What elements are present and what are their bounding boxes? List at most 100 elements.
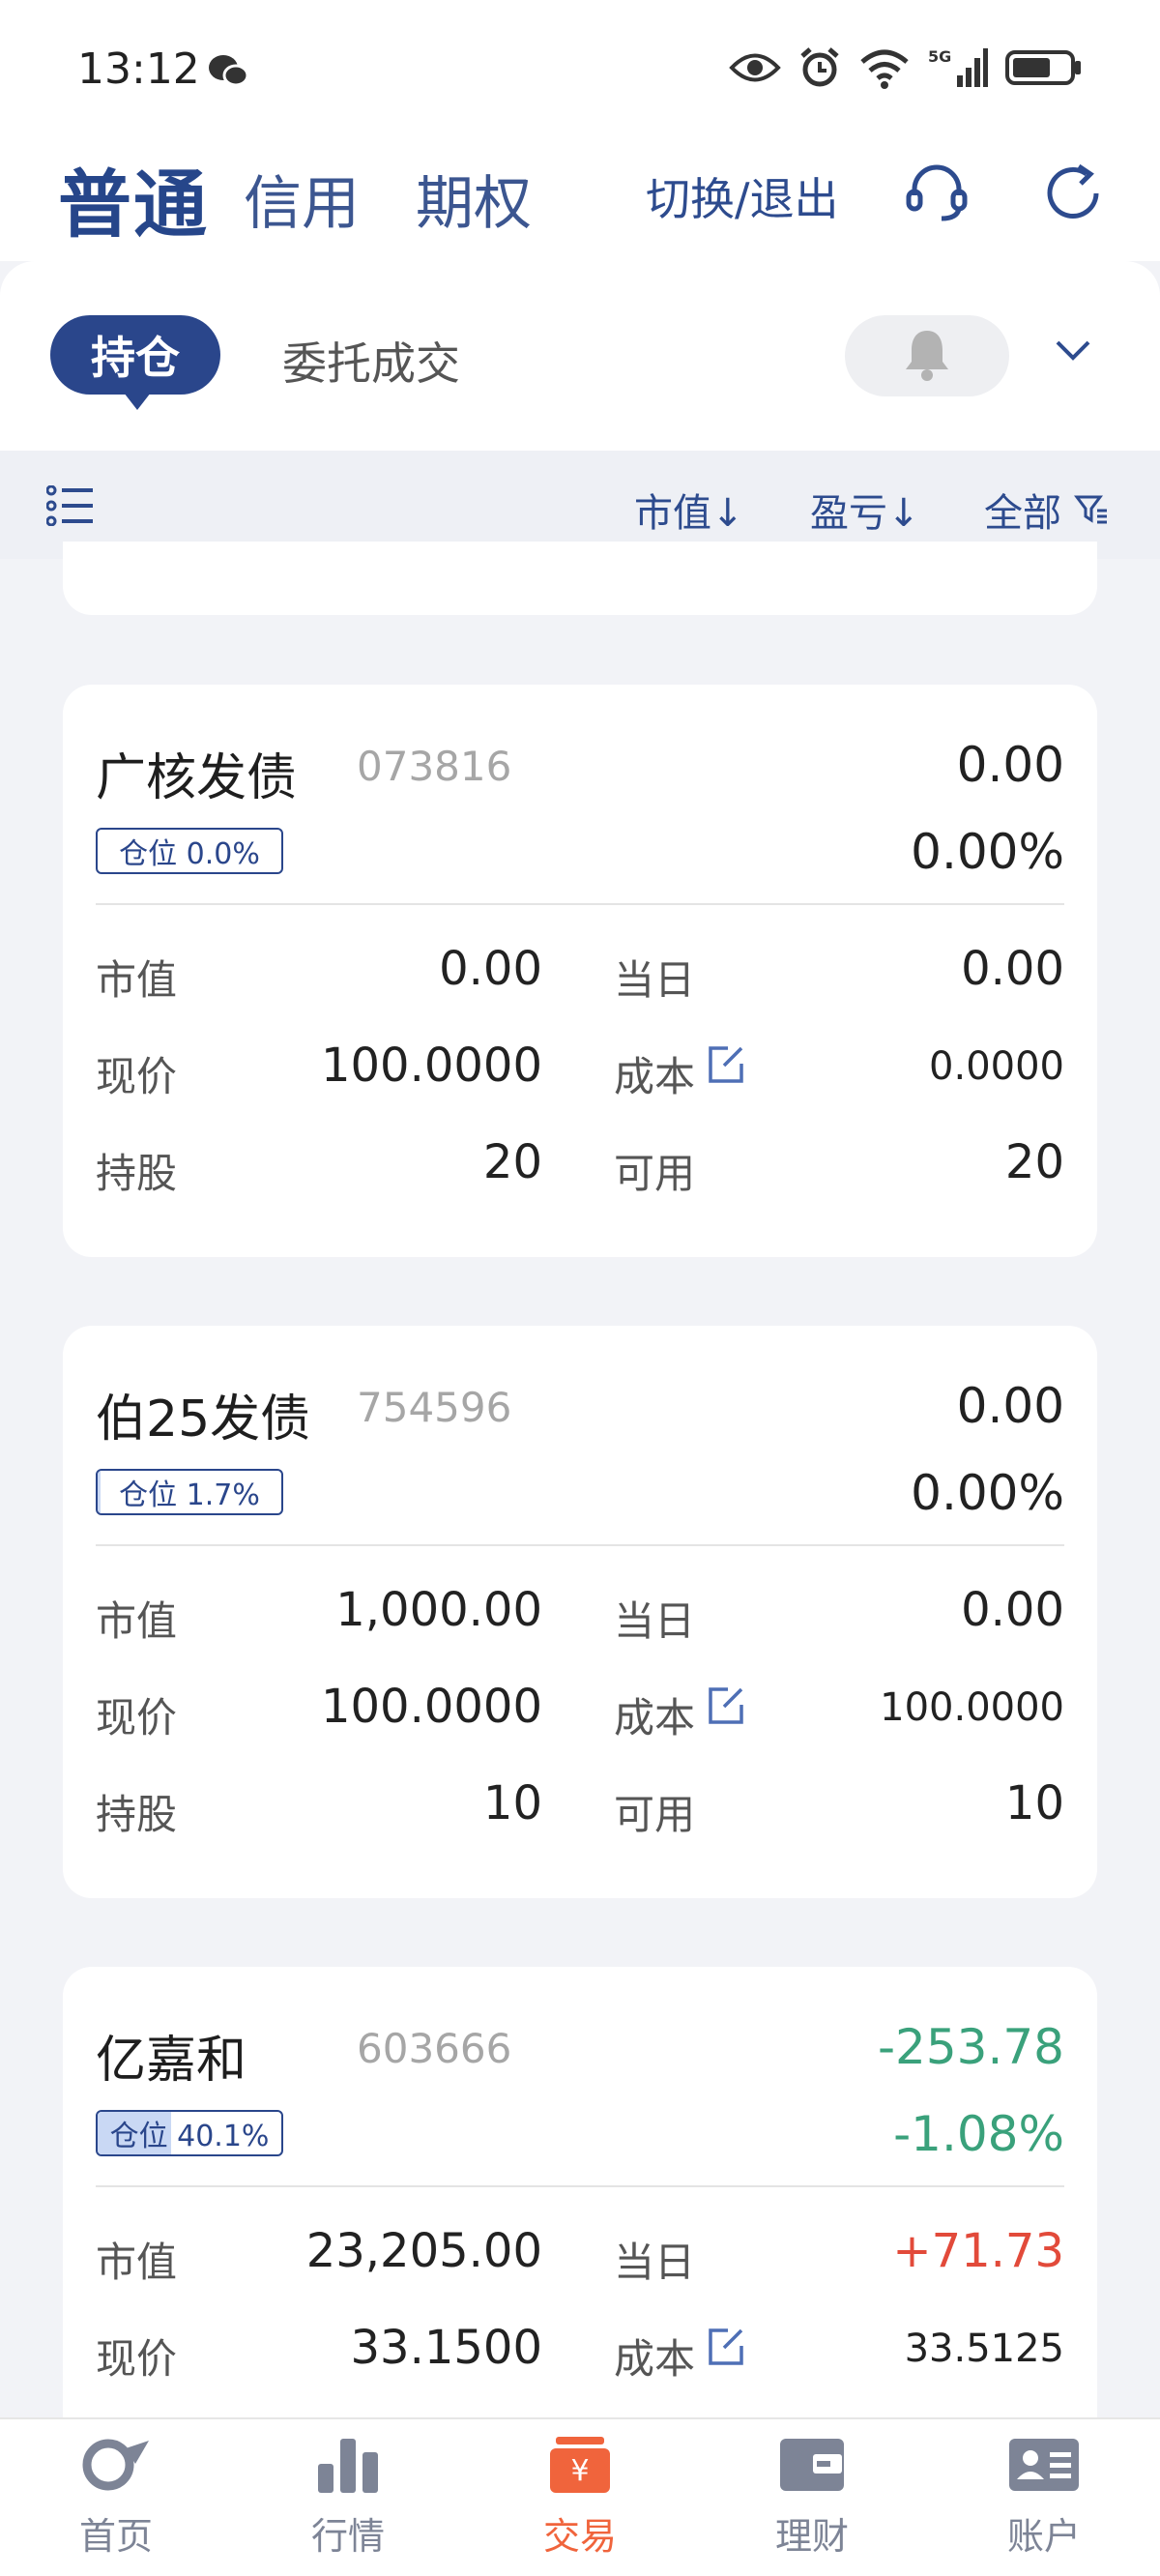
today-pnl: 0.00 (961, 1583, 1064, 1637)
divider (96, 2185, 1064, 2187)
tab-options[interactable]: 期权 (416, 157, 532, 241)
eye-icon (729, 51, 781, 88)
available-label: 可用 (614, 1791, 696, 1838)
edit-cost-icon[interactable] (705, 1044, 745, 1089)
wifi-icon (858, 46, 911, 93)
chevron-down-icon[interactable] (1054, 338, 1092, 367)
market-bar-icon (314, 2439, 382, 2499)
nav-finance-label: 理财 (774, 2515, 849, 2558)
filter-icon (1073, 491, 1109, 536)
cost-label: 成本 (614, 1053, 696, 1100)
customer-service-icon[interactable] (903, 159, 971, 230)
position-pnl: 0.00 (956, 1378, 1064, 1434)
refresh-icon[interactable] (1042, 159, 1106, 230)
nav-finance[interactable]: 理财 (744, 2435, 880, 2560)
position-pnl: -253.78 (878, 2019, 1064, 2075)
position-card[interactable]: 亿嘉和 603666 -253.78 仓位 40.1% -1.08% 市值 23… (63, 1967, 1097, 2450)
price-label: 现价 (96, 1694, 178, 1742)
holding-label: 持股 (96, 1791, 178, 1838)
today-pnl: +71.73 (892, 2224, 1064, 2278)
security-name: 广核发债 (96, 749, 298, 807)
market-value-label: 市值 (96, 1597, 178, 1645)
tab-normal[interactable]: 普通 (58, 145, 209, 251)
tab-orders-trades[interactable]: 委托成交 (282, 329, 460, 393)
current-price: 100.0000 (320, 1680, 542, 1734)
position-pnl: 0.00 (956, 737, 1064, 793)
today-pnl: 0.00 (961, 942, 1064, 996)
status-icons: 5G (729, 46, 1083, 93)
position-card-partial (63, 542, 1097, 615)
row-market-value: 市值 1,000.00 当日 0.00 (96, 1583, 1064, 1645)
security-name: 伯25发债 (96, 1390, 311, 1449)
nav-account[interactable]: 账户 (976, 2435, 1112, 2560)
weight-label: 仓位 0.0% (119, 837, 260, 871)
row-price: 现价 33.1500 成本 33.5125 (96, 2321, 1064, 2383)
holding-qty: 10 (482, 1776, 542, 1830)
weight-label: 仓位 1.7% (119, 1478, 260, 1512)
position-panel-header: 持仓 委托成交 (0, 261, 1160, 451)
tab-credit[interactable]: 信用 (244, 157, 360, 241)
security-code: 073816 (357, 743, 512, 790)
status-time: 13:12 (77, 44, 200, 94)
sort-by-profit[interactable]: 盈亏↓ (810, 482, 920, 538)
cost-label: 成本 (614, 2335, 696, 2383)
wechat-notification-icon (207, 52, 249, 93)
status-bar: 13:12 5G (0, 0, 1160, 135)
nav-home[interactable]: 首页 (48, 2435, 184, 2560)
position-weight-badge: 仓位 40.1% (96, 2110, 283, 2156)
row-holding: 持股 20 可用 20 (96, 1135, 1064, 1197)
current-price: 100.0000 (320, 1039, 542, 1093)
available-qty: 10 (1004, 1776, 1064, 1830)
list-view-icon[interactable] (45, 484, 95, 530)
row-market-value: 市值 0.00 当日 0.00 (96, 942, 1064, 1004)
cost-price: 33.5125 (904, 2327, 1064, 2371)
today-label: 当日 (614, 1597, 696, 1645)
position-weight-badge: 仓位 1.7% (96, 1469, 283, 1515)
security-code: 603666 (357, 2025, 512, 2072)
switch-logout-link[interactable]: 切换/退出 (646, 164, 839, 228)
holding-label: 持股 (96, 1150, 178, 1197)
cost-price: 0.0000 (929, 1044, 1064, 1089)
security-code: 754596 (357, 1384, 512, 1431)
edit-cost-icon[interactable] (705, 2327, 745, 2371)
nav-market[interactable]: 行情 (280, 2435, 416, 2560)
position-weight-badge: 仓位 0.0% (96, 828, 283, 874)
position-pnl-percent: 0.00% (911, 1465, 1064, 1521)
home-icon (79, 2439, 153, 2499)
market-value: 1,000.00 (335, 1583, 542, 1637)
tab-holdings[interactable]: 持仓 (50, 315, 220, 410)
cost-label: 成本 (614, 1694, 696, 1742)
bottom-navigation: 首页 行情 ¥ 交易 理财 账户 (0, 2417, 1160, 2576)
position-pnl-percent: 0.00% (911, 824, 1064, 880)
row-price: 现价 100.0000 成本 100.0000 (96, 1680, 1064, 1742)
notification-toggle-button[interactable] (845, 315, 1009, 396)
nav-account-label: 账户 (1006, 2515, 1081, 2558)
alarm-icon (798, 46, 841, 93)
svg-text:¥: ¥ (570, 2454, 589, 2488)
current-price: 33.1500 (350, 2321, 543, 2375)
security-name: 亿嘉和 (96, 2032, 247, 2090)
market-value-label: 市值 (96, 2239, 178, 2286)
filter-all-label: 全部 (984, 491, 1061, 536)
edit-cost-icon[interactable] (705, 1685, 745, 1730)
weight-label: 仓位 40.1% (109, 2120, 270, 2153)
nav-trade[interactable]: ¥ 交易 (512, 2435, 648, 2560)
nav-trade-label: 交易 (542, 2515, 617, 2558)
position-card[interactable]: 伯25发债 754596 0.00 仓位 1.7% 0.00% 市值 1,000… (63, 1326, 1097, 1898)
cost-price: 100.0000 (880, 1685, 1064, 1730)
svg-text:5G: 5G (928, 47, 951, 66)
available-label: 可用 (614, 1150, 696, 1197)
nav-home-label: 首页 (78, 2515, 153, 2558)
available-qty: 20 (1004, 1135, 1064, 1189)
row-market-value: 市值 23,205.00 当日 +71.73 (96, 2224, 1064, 2286)
row-holding: 持股 10 可用 10 (96, 1776, 1064, 1838)
position-pnl-percent: -1.08% (893, 2106, 1064, 2162)
holding-qty: 20 (482, 1135, 542, 1189)
trade-yuan-icon: ¥ (546, 2437, 614, 2499)
position-card[interactable]: 广核发债 073816 0.00 仓位 0.0% 0.00% 市值 0.00 当… (63, 685, 1097, 1257)
today-label: 当日 (614, 2239, 696, 2286)
sort-by-market-value[interactable]: 市值↓ (634, 482, 744, 538)
account-type-header: 普通 信用 期权 切换/退出 (0, 135, 1160, 261)
price-label: 现价 (96, 2335, 178, 2383)
filter-all[interactable]: 全部 (984, 482, 1109, 538)
